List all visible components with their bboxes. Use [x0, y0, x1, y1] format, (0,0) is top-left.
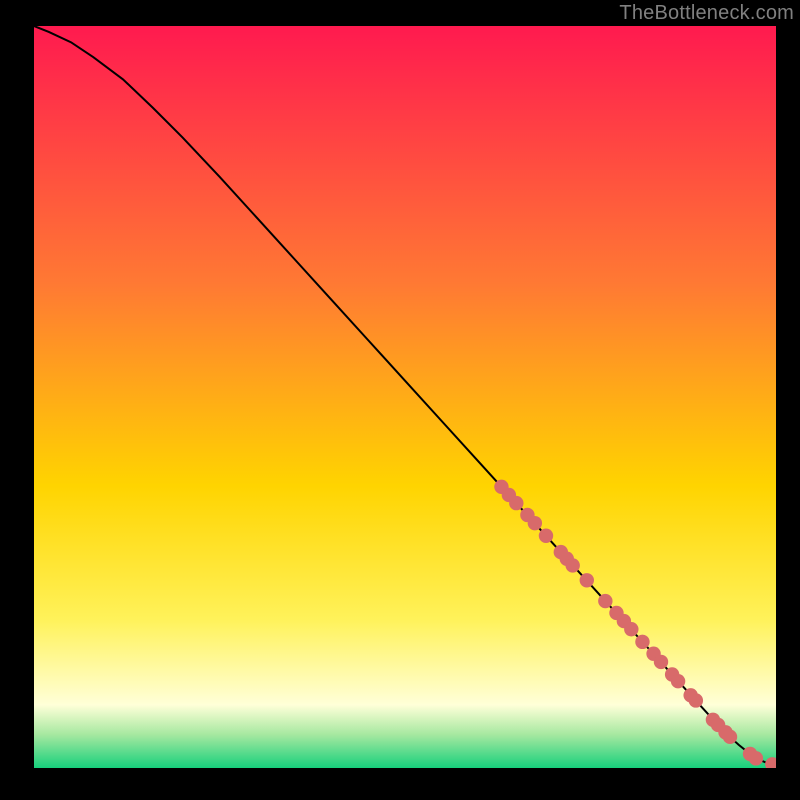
- data-marker: [509, 496, 523, 510]
- data-marker: [539, 529, 553, 543]
- data-marker: [635, 635, 649, 649]
- watermark-text: TheBottleneck.com: [619, 2, 794, 25]
- data-marker: [528, 516, 542, 530]
- data-marker: [723, 730, 737, 744]
- data-marker: [580, 573, 594, 587]
- data-marker: [598, 594, 612, 608]
- data-marker: [565, 558, 579, 572]
- plot-area: [34, 26, 776, 768]
- data-marker: [749, 751, 763, 765]
- chart-frame: TheBottleneck.com: [0, 0, 800, 800]
- data-marker: [671, 674, 685, 688]
- chart-svg: [34, 26, 776, 768]
- data-marker: [624, 622, 638, 636]
- data-marker: [654, 655, 668, 669]
- data-marker: [689, 693, 703, 707]
